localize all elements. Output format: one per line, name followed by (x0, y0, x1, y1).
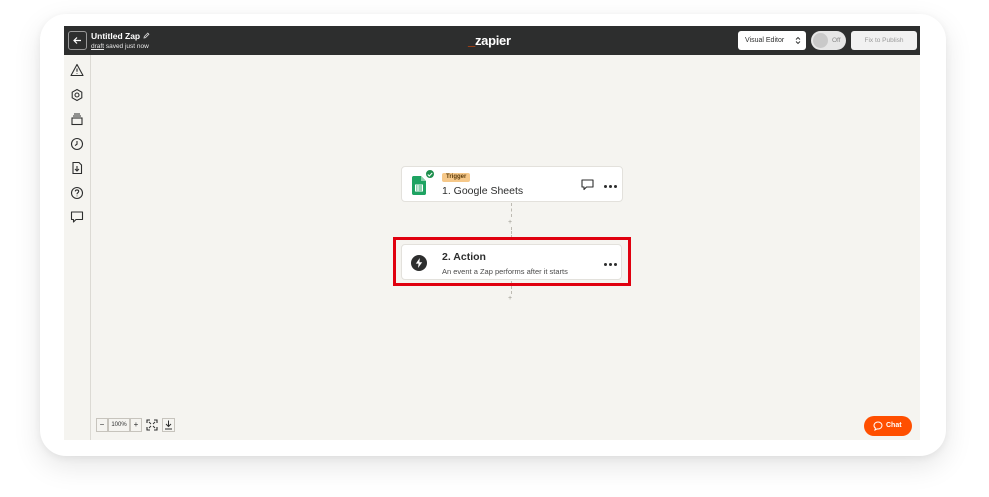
editor-mode-select[interactable]: Visual Editor (738, 31, 806, 50)
connector-line (511, 203, 512, 217)
history-icon[interactable] (70, 137, 84, 151)
trigger-step-title: 1. Google Sheets (442, 185, 524, 197)
trigger-badge: Trigger (442, 173, 471, 182)
export-icon[interactable] (70, 161, 84, 175)
action-step-description: An event a Zap performs after it starts (442, 267, 568, 276)
zap-title[interactable]: Untitled Zap (91, 31, 140, 41)
top-bar: Untitled Zap draft saved just now _zapie… (64, 26, 920, 55)
zoom-level: 100% (108, 418, 130, 432)
gear-icon[interactable] (70, 88, 84, 102)
warning-icon[interactable] (70, 63, 84, 77)
editor-mode-label: Visual Editor (745, 37, 785, 44)
fit-to-screen-icon[interactable] (146, 419, 158, 431)
toggle-knob (813, 33, 828, 48)
save-status: draft saved just now (91, 43, 149, 50)
help-icon[interactable] (70, 186, 84, 200)
bolt-icon (411, 255, 427, 271)
chat-button[interactable]: Chat (864, 416, 912, 436)
action-step-title: 2. Action (442, 251, 486, 263)
zapier-logo: _zapier (468, 33, 511, 48)
add-step-button[interactable]: + (508, 295, 512, 302)
more-options-icon[interactable] (604, 185, 617, 189)
back-button[interactable] (68, 31, 87, 50)
add-step-button[interactable]: + (508, 219, 512, 226)
arrow-left-icon (73, 37, 81, 44)
zoom-in-button[interactable]: + (130, 418, 142, 432)
google-sheets-icon (412, 176, 426, 195)
zap-toggle[interactable]: Off (811, 31, 846, 50)
logo-text: zapier (474, 33, 511, 48)
saved-status-text: saved just now (105, 43, 149, 50)
download-icon[interactable] (162, 418, 175, 432)
trigger-step-card[interactable]: Trigger 1. Google Sheets (401, 166, 623, 202)
chat-bubble-icon (873, 421, 883, 431)
comment-icon[interactable] (581, 179, 594, 191)
more-options-icon[interactable] (604, 263, 617, 267)
zoom-out-button[interactable]: − (96, 418, 108, 432)
pencil-icon[interactable] (143, 32, 150, 39)
versions-icon[interactable] (70, 112, 84, 126)
chat-label: Chat (886, 422, 902, 429)
action-step-card[interactable]: 2. Action An event a Zap performs after … (401, 244, 622, 280)
toggle-label: Off (832, 37, 841, 44)
draft-link[interactable]: draft (91, 43, 104, 50)
comment-icon[interactable] (70, 210, 84, 224)
left-sidebar (64, 55, 91, 440)
publish-button[interactable]: Fix to Publish (851, 31, 917, 50)
zap-editor: Untitled Zap draft saved just now _zapie… (64, 26, 920, 440)
check-icon (425, 169, 435, 179)
chevron-up-down-icon (795, 36, 801, 45)
logo-underscore: _ (468, 33, 475, 48)
